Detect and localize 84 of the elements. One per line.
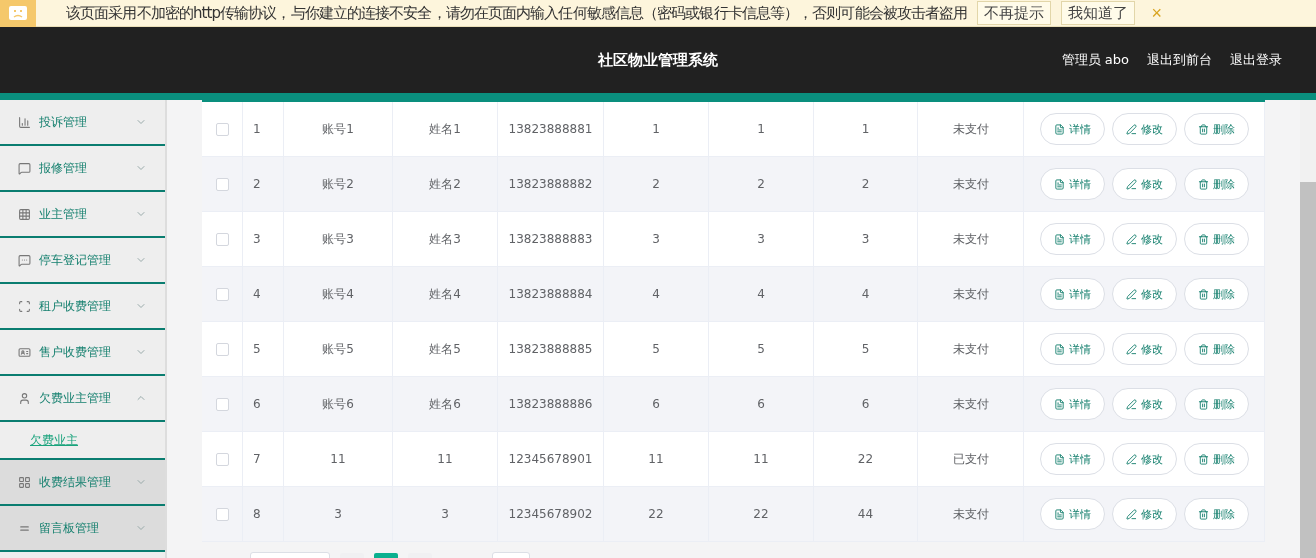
details-button[interactable]: 详情: [1039, 443, 1105, 475]
row-checkbox[interactable]: [215, 177, 229, 191]
delete-button[interactable]: 删除: [1183, 113, 1249, 145]
row-checkbox[interactable]: [215, 507, 229, 521]
trash-icon: [1197, 453, 1209, 465]
grid-icon: [18, 207, 31, 221]
index-cell: 8: [243, 487, 284, 542]
pen-icon: [1125, 178, 1137, 190]
row-checkbox[interactable]: [215, 397, 229, 411]
document-icon: [1053, 453, 1065, 465]
document-icon: [1053, 508, 1065, 520]
details-button[interactable]: 详情: [1039, 278, 1105, 310]
security-warning-text: 该页面采用不加密的http传输协议，与你建立的连接不安全，请勿在页面内输入任何敏感信息（密码或银行卡信息等），否则可能会被攻击者盗用: [66, 3, 968, 23]
table-cell: 44: [814, 487, 918, 542]
edit-button[interactable]: 修改: [1111, 498, 1177, 530]
delete-button[interactable]: 删除: [1183, 443, 1249, 475]
header-link[interactable]: 退出登录: [1230, 51, 1282, 69]
trash-icon: [1197, 343, 1209, 355]
row-checkbox[interactable]: [215, 122, 229, 136]
delete-button[interactable]: 删除: [1183, 168, 1249, 200]
trash-icon: [1197, 288, 1209, 300]
user-icon: [18, 391, 31, 405]
pen-icon: [1125, 508, 1137, 520]
header-link[interactable]: 退出到前台: [1147, 51, 1212, 69]
row-checkbox[interactable]: [215, 452, 229, 466]
edit-button[interactable]: 修改: [1111, 168, 1177, 200]
pen-icon: [1125, 233, 1137, 245]
row-checkbox[interactable]: [215, 287, 229, 301]
document-icon: [1053, 123, 1065, 135]
status-cell: 未支付: [918, 487, 1024, 542]
details-button[interactable]: 详情: [1039, 498, 1105, 530]
trash-icon: [1197, 123, 1209, 135]
pen-icon: [1125, 288, 1137, 300]
table-cell: 22: [709, 487, 814, 542]
delete-button[interactable]: 删除: [1183, 388, 1249, 420]
details-button[interactable]: 详情: [1039, 113, 1105, 145]
account-cell: 3: [284, 487, 393, 542]
trash-icon: [1197, 178, 1209, 190]
edit-button[interactable]: 修改: [1111, 388, 1177, 420]
details-button[interactable]: 详情: [1039, 333, 1105, 365]
id-card-icon: [18, 345, 31, 359]
sidebar-item[interactable]: 收费结果管理: [0, 460, 165, 506]
document-icon: [1053, 233, 1065, 245]
table-cell: 22: [604, 487, 709, 542]
header-link[interactable]: 管理员 abo: [1061, 51, 1129, 69]
app-title: 社区物业管理系统: [598, 50, 718, 69]
message-icon: [18, 161, 31, 175]
row-checkbox[interactable]: [215, 232, 229, 246]
delete-button[interactable]: 删除: [1183, 278, 1249, 310]
scrollbar[interactable]: [1300, 100, 1316, 558]
pen-icon: [1125, 453, 1137, 465]
warning-face-icon: [0, 0, 36, 27]
trash-icon: [1197, 398, 1209, 410]
name-cell: 3: [393, 487, 498, 542]
comment-icon: [18, 253, 31, 267]
notice-button[interactable]: 我知道了: [1061, 1, 1136, 25]
sidebar-item[interactable]: 留言板管理: [0, 506, 165, 552]
edit-button[interactable]: 修改: [1111, 113, 1177, 145]
document-icon: [1053, 398, 1065, 410]
phone-cell: 12345678902: [498, 487, 604, 542]
pen-icon: [1125, 343, 1137, 355]
document-icon: [1053, 343, 1065, 355]
row-checkbox[interactable]: [215, 342, 229, 356]
bar-chart-icon: [18, 115, 31, 129]
details-button[interactable]: 详情: [1039, 168, 1105, 200]
edit-button[interactable]: 修改: [1111, 443, 1177, 475]
notice-button[interactable]: 不再提示: [977, 1, 1052, 25]
tiles-icon: [18, 475, 31, 489]
delete-button[interactable]: 删除: [1183, 223, 1249, 255]
trash-icon: [1197, 233, 1209, 245]
edit-button[interactable]: 修改: [1111, 278, 1177, 310]
frame-icon: [18, 299, 31, 313]
delete-button[interactable]: 删除: [1183, 333, 1249, 365]
edit-button[interactable]: 修改: [1111, 333, 1177, 365]
document-icon: [1053, 288, 1065, 300]
edit-button[interactable]: 修改: [1111, 223, 1177, 255]
delete-button[interactable]: 删除: [1183, 498, 1249, 530]
trash-icon: [1197, 508, 1209, 520]
pen-icon: [1125, 398, 1137, 410]
document-icon: [1053, 178, 1065, 190]
details-button[interactable]: 详情: [1039, 388, 1105, 420]
submenu-item[interactable]: 欠费业主: [30, 431, 78, 449]
pen-icon: [1125, 123, 1137, 135]
details-button[interactable]: 详情: [1039, 223, 1105, 255]
